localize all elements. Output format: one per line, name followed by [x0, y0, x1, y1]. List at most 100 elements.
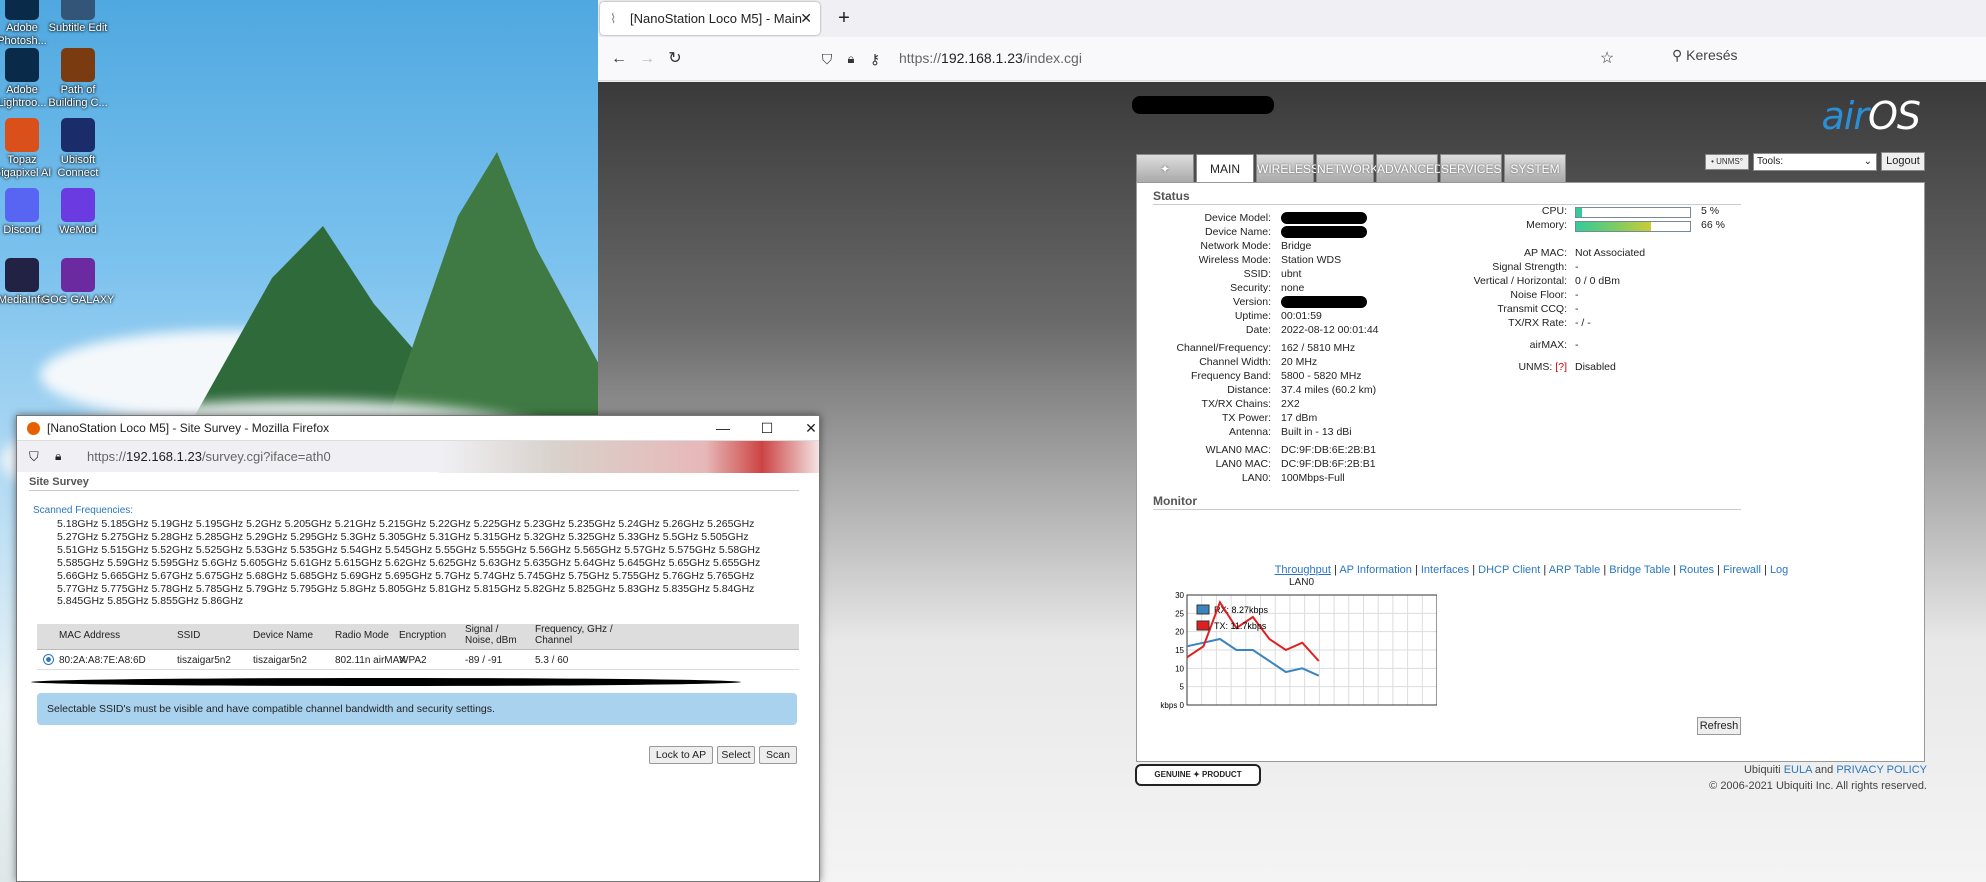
status-key: Device Model: — [1204, 212, 1271, 224]
table-row[interactable]: 80:2A:A8:7E:A8:6D tiszaigar5n2 tiszaigar5n… — [37, 650, 799, 670]
monitor-link-log[interactable]: Log — [1770, 564, 1788, 576]
status-key: AP MAC: — [1524, 247, 1567, 259]
column-header[interactable]: Signal / Noise, dBm — [465, 624, 517, 646]
scan-button[interactable]: Scan — [759, 746, 797, 764]
copyright: © 2006-2021 Ubiquiti Inc. All rights res… — [1709, 780, 1927, 792]
status-value: - — [1575, 289, 1579, 301]
forward-button[interactable]: → — [634, 46, 660, 72]
desktop-shortcut[interactable]: Ubisoft Connect — [40, 118, 116, 180]
redacted-value — [1281, 226, 1367, 238]
tab-advanced[interactable]: ADVANCED — [1376, 154, 1443, 182]
shield-icon[interactable]: ⛉ — [814, 46, 840, 72]
monitor-link-firewall[interactable]: Firewall — [1723, 564, 1761, 576]
select-button[interactable]: Select — [717, 746, 755, 764]
popup-url[interactable]: https://192.168.1.23/survey.cgi?iface=at… — [87, 449, 331, 464]
unms-badge[interactable]: • UNMS° — [1705, 154, 1749, 170]
site-survey-window: [NanoStation Loco M5] - Site Survey - Mo… — [16, 415, 820, 882]
help-link[interactable]: [?] — [1555, 361, 1567, 373]
chevron-down-icon: ⌄ — [1863, 156, 1872, 167]
window-title: [NanoStation Loco M5] - Site Survey - Mo… — [47, 421, 330, 435]
lock-to-ap-button[interactable]: Lock to AP — [649, 746, 713, 764]
status-key: WLAN0 MAC: — [1205, 444, 1271, 456]
new-tab-button[interactable]: + — [830, 4, 858, 32]
shortcut-label: Path of Building C... — [48, 84, 108, 109]
monitor-link-dhcp-client[interactable]: DHCP Client — [1478, 564, 1540, 576]
divider — [1153, 509, 1741, 510]
desktop-shortcut[interactable]: Path of Building C... — [40, 48, 116, 110]
column-header[interactable]: Device Name — [253, 630, 313, 641]
column-header[interactable]: SSID — [177, 630, 200, 641]
tab-network[interactable]: NETWORK — [1316, 154, 1378, 182]
tab-main[interactable]: MAIN — [1196, 154, 1254, 182]
gog-galaxy-icon — [61, 258, 95, 292]
shortcut-label: Subtitle Edit — [48, 22, 108, 34]
cpu-value: 5 % — [1701, 205, 1720, 217]
status-key: Date: — [1245, 324, 1271, 336]
close-tab-icon[interactable]: ✕ — [800, 2, 812, 35]
tab-wireless[interactable]: WIRELESS — [1256, 154, 1319, 182]
y-tick-label: kbps 0 — [1160, 701, 1184, 710]
search-icon: ⚲ — [1672, 47, 1687, 63]
browser-tab[interactable]: ⌇ [NanoStation Loco M5] - Main ✕ — [600, 2, 820, 35]
status-key: Uptime: — [1234, 310, 1271, 322]
tab-ubnt-logo[interactable]: ✦ — [1136, 154, 1194, 182]
redaction-line — [31, 678, 741, 686]
lock-icon[interactable]: 🔒︎ — [55, 449, 61, 464]
logout-button[interactable]: Logout — [1881, 152, 1925, 171]
desktop-shortcut[interactable]: WeMod — [40, 188, 116, 237]
column-header[interactable]: Encryption — [399, 630, 446, 641]
theme-artwork — [439, 441, 819, 473]
status-key: TX Power: — [1221, 412, 1271, 424]
eula-link[interactable]: EULA — [1784, 764, 1812, 776]
divider — [1153, 204, 1741, 205]
monitor-link-ap-information[interactable]: AP Information — [1339, 564, 1412, 576]
column-header[interactable]: Frequency, GHz / Channel — [535, 624, 613, 646]
status-key: Signal Strength: — [1492, 261, 1567, 273]
legend-swatch — [1196, 620, 1210, 631]
status-value: - — [1575, 339, 1579, 351]
window-titlebar: [NanoStation Loco M5] - Site Survey - Mo… — [17, 416, 819, 440]
divider — [29, 490, 799, 491]
desktop-shortcut[interactable]: GOG GALAXY — [40, 258, 116, 307]
status-value: 17 dBm — [1281, 412, 1318, 424]
minimize-icon[interactable]: — — [703, 416, 743, 440]
monitor-link-bridge-table[interactable]: Bridge Table — [1609, 564, 1670, 576]
shield-icon[interactable]: ⛉ — [29, 449, 39, 465]
bookmark-star-icon[interactable]: ☆ — [1594, 46, 1620, 72]
legend-swatch — [1196, 604, 1210, 615]
close-icon[interactable]: ✕ — [791, 416, 831, 440]
y-tick-label: 5 — [1180, 683, 1185, 692]
privacy-policy-link[interactable]: PRIVACY POLICY — [1836, 764, 1927, 776]
tab-services[interactable]: SERVICES — [1440, 154, 1502, 182]
refresh-button[interactable]: Refresh — [1697, 717, 1741, 735]
column-header[interactable]: Radio Mode — [335, 630, 389, 641]
status-key: TX/RX Rate: — [1508, 317, 1567, 329]
status-value: Disabled — [1575, 361, 1616, 373]
radio-button[interactable] — [43, 654, 54, 665]
tools-select[interactable]: Tools: ⌄ — [1753, 153, 1877, 171]
monitor-link-throughput[interactable]: Throughput — [1275, 564, 1331, 576]
monitor-link-arp-table[interactable]: ARP Table — [1549, 564, 1601, 576]
back-button[interactable]: ← — [606, 46, 632, 72]
cpu-bar — [1575, 207, 1691, 218]
url-bar[interactable]: https://192.168.1.23/index.cgi — [899, 50, 1082, 66]
column-header[interactable]: MAC Address — [59, 630, 120, 641]
y-tick-label: 10 — [1175, 664, 1184, 673]
tab-system[interactable]: SYSTEM — [1504, 154, 1566, 182]
table-cell: tiszaigar5n2 — [177, 655, 231, 666]
table-cell: tiszaigar5n2 — [253, 655, 307, 666]
legend-label: TX: 11.7kbps — [1214, 621, 1267, 631]
reload-button[interactable]: ↻ — [662, 46, 688, 72]
monitor-link-interfaces[interactable]: Interfaces — [1421, 564, 1469, 576]
status-value: - / - — [1575, 317, 1591, 329]
monitor-link-routes[interactable]: Routes — [1679, 564, 1714, 576]
shortcut-label: GOG GALAXY — [41, 294, 115, 306]
subtitle-edit-icon — [61, 0, 95, 20]
key-icon[interactable]: ⚷ — [862, 46, 888, 72]
desktop-shortcut[interactable]: Subtitle Edit — [40, 0, 116, 35]
redacted-logo — [1132, 96, 1274, 114]
maximize-icon[interactable]: ☐ — [747, 416, 787, 440]
status-key: Wireless Mode: — [1198, 254, 1271, 266]
lock-icon[interactable]: 🔒︎ — [838, 46, 864, 72]
search-box[interactable]: ⚲ Keresés — [1672, 47, 1738, 64]
